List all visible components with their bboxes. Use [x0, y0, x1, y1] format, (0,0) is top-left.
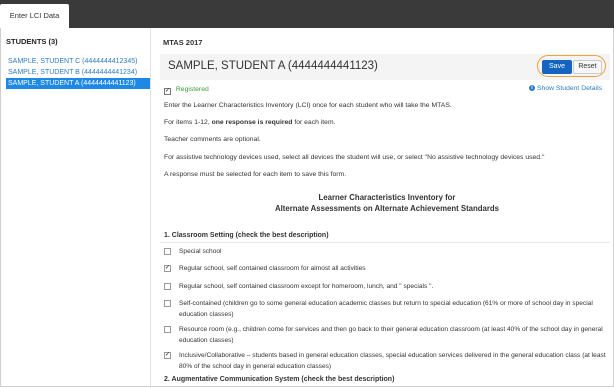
student-item-b[interactable]: SAMPLE, STUDENT B (4444444441234): [6, 67, 150, 78]
registered-row: ✓ Registered: [164, 86, 209, 95]
student-item-a[interactable]: SAMPLE, STUDENT A (4444444441123): [6, 78, 150, 89]
instruction-line-5: A response must be selected for each ite…: [164, 171, 347, 178]
students-sidebar: STUDENTS (3) SAMPLE, STUDENT C (44444444…: [0, 28, 151, 388]
assessment-label: MTAS 2017: [163, 38, 203, 47]
option-label: Resource room (e.g., children come for s…: [179, 326, 603, 344]
student-item-c[interactable]: SAMPLE, STUDENT C (4444444412345): [6, 56, 150, 67]
main-panel: MTAS 2017 SAMPLE, STUDENT A (44444444411…: [160, 28, 614, 388]
option-label: Special school: [179, 248, 222, 255]
option-label: Regular school, self contained classroom…: [179, 265, 366, 272]
option-3-regular-except-homeroom[interactable]: Regular school, self contained classroom…: [164, 281, 608, 292]
students-heading: STUDENTS (3): [6, 37, 58, 46]
question-2-label: 2. Augmentative Communication System (ch…: [164, 376, 395, 383]
student-header: SAMPLE, STUDENT A (4444444441123) Save R…: [160, 54, 610, 80]
option-5-resource-room[interactable]: Resource room (e.g., children come for s…: [164, 324, 608, 346]
save-button[interactable]: Save: [542, 60, 572, 74]
show-details-label: Show Student Details: [537, 85, 602, 92]
form-title-line-1: Learner Characteristics Inventory for: [318, 193, 456, 202]
instruction-line-2-pre: For items 1-12,: [164, 119, 212, 126]
option-checkbox[interactable]: [164, 326, 171, 333]
registered-label: Registered: [175, 86, 209, 93]
tab-enter-lci-data[interactable]: Enter LCI Data: [0, 4, 69, 28]
instruction-line-2-bold: one response is required: [211, 119, 293, 126]
info-icon: i: [529, 85, 535, 92]
option-2-regular-self-contained[interactable]: ✓ Regular school, self contained classro…: [164, 263, 608, 274]
option-checkbox[interactable]: [164, 248, 171, 255]
form-title-line-2: Alternate Assessments on Alternate Achie…: [274, 204, 499, 213]
question-divider: [160, 242, 610, 243]
instruction-line-1: Enter the Learner Characteristics Invent…: [164, 102, 452, 109]
option-6-inclusive-collaborative[interactable]: ✓ Inclusive/Collaborative – students bas…: [164, 350, 608, 372]
show-student-details-link[interactable]: i Show Student Details: [529, 85, 602, 92]
instruction-line-2: For items 1-12, one response is required…: [164, 119, 336, 126]
option-checkbox[interactable]: [164, 283, 171, 290]
top-nav-bar: Enter LCI Data: [0, 0, 614, 28]
question-1-label: 1. Classroom Setting (check the best des…: [164, 232, 329, 239]
instruction-line-4: For assistive technology devices used, s…: [164, 154, 545, 161]
option-checkbox-checked[interactable]: ✓: [164, 265, 171, 272]
student-name-title: SAMPLE, STUDENT A (4444444441123): [168, 60, 378, 72]
reset-button[interactable]: Reset: [573, 60, 602, 74]
option-4-self-contained[interactable]: Self-contained (children go to some gene…: [164, 298, 608, 320]
option-checkbox-checked[interactable]: ✓: [164, 352, 171, 359]
instruction-line-2-post: for each item.: [292, 119, 336, 126]
option-label: Self-contained (children go to some gene…: [179, 300, 593, 318]
option-checkbox[interactable]: [164, 300, 171, 307]
instruction-line-3: Teacher comments are optional.: [164, 136, 261, 143]
registered-checkbox[interactable]: ✓: [164, 88, 171, 95]
option-1-special-school[interactable]: Special school: [164, 246, 608, 257]
option-label: Regular school, self contained classroom…: [179, 283, 434, 290]
option-label: Inclusive/Collaborative – students based…: [179, 352, 606, 370]
